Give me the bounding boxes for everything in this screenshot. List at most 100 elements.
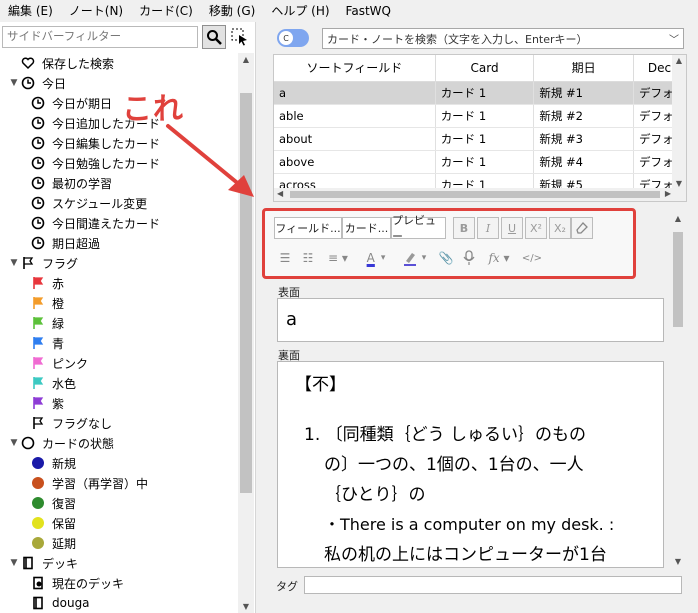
scroll-down-icon[interactable]: ▼: [672, 179, 686, 188]
sidebar-item[interactable]: 今日勉強したカード: [30, 153, 160, 173]
sidebar-item[interactable]: 学習（再学習）中: [30, 473, 148, 493]
scroll-left-icon[interactable]: ◀: [277, 189, 283, 198]
eraser-button[interactable]: [571, 217, 593, 239]
table-row[interactable]: a カード 1 新規 #1 デフォル: [274, 81, 686, 105]
sidebar-item[interactable]: 今日編集したカード: [30, 133, 160, 153]
sidebar-item[interactable]: 保存した検索: [8, 53, 114, 73]
scroll-up-icon[interactable]: ▲: [672, 56, 686, 65]
sidebar-item[interactable]: 復習: [30, 493, 76, 513]
table-cell: カード 1: [435, 81, 535, 105]
front-field[interactable]: a: [277, 298, 664, 342]
sidebar-item[interactable]: スケジュール変更: [30, 193, 147, 213]
math-dropdown[interactable]: fx ▾: [482, 247, 516, 269]
clock-icon: [30, 195, 46, 211]
sidebar-item-label: 学習（再学習）中: [52, 476, 149, 491]
scrollbar-thumb[interactable]: [673, 232, 683, 327]
back-line: の〕一つの、1個の、1台の、一人: [324, 455, 584, 475]
sidebar-item[interactable]: 延期: [30, 533, 76, 553]
sidebar-item[interactable]: 現在のデッキ: [30, 573, 124, 593]
column-sort-field[interactable]: ソートフィールド: [274, 55, 436, 82]
expand-arrow-icon[interactable]: ▼: [8, 78, 20, 88]
italic-button[interactable]: I: [477, 217, 499, 239]
table-vertical-scrollbar[interactable]: ▲ ▼: [672, 55, 686, 189]
sidebar-item[interactable]: フラグなし: [30, 413, 112, 433]
scrollbar-thumb[interactable]: [290, 191, 660, 198]
align-dropdown[interactable]: ≡ ▾: [321, 247, 355, 269]
menu-help[interactable]: ヘルプ (H): [263, 0, 337, 22]
scroll-down-icon[interactable]: ▼: [238, 602, 254, 611]
menu-go[interactable]: 移動 (G): [201, 0, 263, 22]
scroll-down-icon[interactable]: ▼: [670, 557, 686, 566]
sidebar-item[interactable]: ▼ デッキ: [8, 553, 78, 573]
scroll-up-icon[interactable]: ▲: [238, 55, 254, 64]
table-cell: 新規 #4: [533, 150, 634, 174]
scroll-up-icon[interactable]: ▲: [670, 214, 686, 223]
subscript-button[interactable]: X₂: [549, 217, 571, 239]
menu-fastwq[interactable]: FastWQ: [338, 0, 399, 22]
bold-button[interactable]: B: [453, 217, 475, 239]
tags-label: タグ: [276, 580, 298, 593]
back-line: 1. 〔同種類｛どう しゅるい｝のもの: [304, 425, 587, 445]
sidebar-item[interactable]: 期日超過: [30, 233, 100, 253]
cards-button[interactable]: カード...: [342, 217, 391, 239]
sidebar-item[interactable]: 最初の学習: [30, 173, 112, 193]
sidebar-item[interactable]: 今日間違えたカード: [30, 213, 160, 233]
sidebar-item[interactable]: douga: [30, 593, 90, 613]
sidebar-item[interactable]: 青: [30, 333, 64, 353]
clock-icon: [30, 235, 46, 251]
superscript-button[interactable]: X²: [525, 217, 547, 239]
text-color-dropdown[interactable]: A ▾: [359, 247, 393, 269]
menu-note[interactable]: ノート(N): [61, 0, 131, 22]
table-horizontal-scrollbar[interactable]: ◀ ▶: [274, 188, 686, 201]
sidebar-item[interactable]: ピンク: [30, 353, 88, 373]
tags-input[interactable]: [304, 576, 682, 594]
menu-edit[interactable]: 編集 (E): [0, 0, 61, 22]
select-cursor-button[interactable]: [229, 26, 251, 48]
clock-icon: [30, 95, 46, 111]
expand-arrow-icon[interactable]: ▼: [8, 438, 20, 448]
expand-arrow-icon[interactable]: ▼: [8, 258, 20, 268]
column-card[interactable]: Card: [435, 55, 535, 82]
html-editor-button[interactable]: </>: [521, 247, 543, 269]
table-row[interactable]: about カード 1 新規 #3 デフォル: [274, 127, 686, 151]
underline-button[interactable]: U: [501, 217, 523, 239]
sidebar-item[interactable]: ▼ フラグ: [8, 253, 78, 273]
back-line: ・There is a computer on my desk. :: [324, 515, 615, 534]
sidebar-item[interactable]: 橙: [30, 293, 64, 313]
chevron-down-icon[interactable]: ﹀: [669, 31, 679, 46]
browser-search-input[interactable]: カード・ノートを検索（文字を入力し、Enterキー） ﹀: [322, 28, 684, 49]
menu-card[interactable]: カード(C): [131, 0, 201, 22]
expand-arrow-icon[interactable]: ▼: [8, 558, 20, 568]
sidebar-item-label: 今日が期日: [52, 96, 113, 111]
record-audio-button[interactable]: [459, 247, 479, 269]
numbered-list-button[interactable]: ☷: [298, 247, 318, 269]
scroll-right-icon[interactable]: ▶: [665, 189, 671, 198]
sidebar-filter-input[interactable]: [2, 26, 198, 48]
attach-button[interactable]: 📎: [436, 247, 456, 269]
cards-notes-toggle[interactable]: C: [277, 29, 309, 47]
highlight-color-dropdown[interactable]: ▾: [397, 247, 431, 269]
preview-button[interactable]: プレビュー: [391, 214, 446, 243]
column-due[interactable]: 期日: [533, 55, 634, 82]
bold-icon: B: [459, 221, 469, 235]
sidebar-item[interactable]: ▼ カードの状態: [8, 433, 114, 453]
sidebar-item[interactable]: 緑: [30, 313, 64, 333]
annotation-arrow: [166, 124, 254, 197]
table-row[interactable]: able カード 1 新規 #2 デフォル: [274, 104, 686, 128]
table-cell: カード 1: [435, 150, 535, 174]
sidebar-search-button[interactable]: [202, 25, 226, 49]
bullet-list-button[interactable]: ☰: [275, 247, 295, 269]
sidebar-item[interactable]: 水色: [30, 373, 76, 393]
back-field[interactable]: 【不】 1. 〔同種類｛どう しゅるい｝のもの の〕一つの、1個の、1台の、一人…: [277, 361, 664, 568]
sidebar-item[interactable]: 保留: [30, 513, 76, 533]
fields-button[interactable]: フィールド...: [274, 217, 342, 239]
sidebar-item[interactable]: 今日が期日: [30, 93, 112, 113]
sidebar-item-label: 今日勉強したカード: [52, 156, 161, 171]
table-row[interactable]: above カード 1 新規 #4 デフォル: [274, 150, 686, 174]
sidebar-item[interactable]: 新規: [30, 453, 76, 473]
sidebar-item-label: 現在のデッキ: [52, 576, 125, 591]
sidebar-item[interactable]: ▼ 今日: [8, 73, 66, 93]
sidebar-item[interactable]: 紫: [30, 393, 64, 413]
editor-scrollbar[interactable]: ▲ ▼: [670, 212, 686, 568]
sidebar-item[interactable]: 赤: [30, 273, 64, 293]
